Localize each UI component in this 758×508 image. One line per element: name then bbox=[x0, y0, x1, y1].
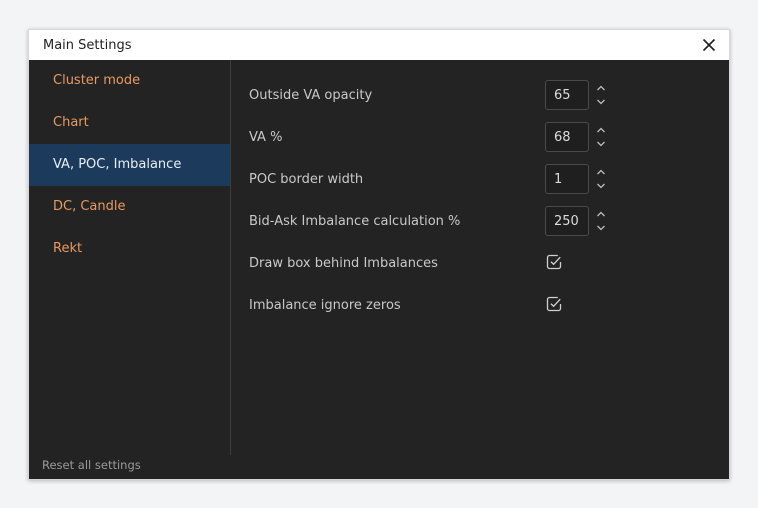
ignore-zeros-checkbox[interactable] bbox=[546, 296, 562, 312]
reset-all-settings-link[interactable]: Reset all settings bbox=[42, 458, 141, 472]
outside-va-opacity-input[interactable] bbox=[545, 80, 589, 110]
draw-box-checkbox[interactable] bbox=[546, 254, 562, 270]
bid-ask-imbalance-input[interactable] bbox=[545, 206, 589, 236]
sidebar-item-cluster-mode[interactable]: Cluster mode bbox=[29, 60, 230, 102]
outside-va-opacity-label: Outside VA opacity bbox=[249, 88, 373, 103]
va-percent-label: VA % bbox=[249, 130, 283, 145]
close-button[interactable] bbox=[699, 35, 719, 55]
chevron-down-icon[interactable] bbox=[595, 222, 607, 234]
dialog-title: Main Settings bbox=[43, 38, 132, 53]
bid-ask-imbalance-stepper bbox=[595, 206, 607, 236]
chevron-down-icon[interactable] bbox=[595, 180, 607, 192]
poc-border-width-input[interactable] bbox=[545, 164, 589, 194]
chevron-up-icon[interactable] bbox=[595, 124, 607, 136]
va-percent-input[interactable] bbox=[545, 122, 589, 152]
sidebar-item-chart[interactable]: Chart bbox=[29, 102, 230, 144]
chevron-down-icon[interactable] bbox=[595, 138, 607, 150]
poc-border-width-label: POC border width bbox=[249, 172, 364, 187]
main-settings-dialog: Main Settings Cluster mode Chart VA, POC… bbox=[28, 29, 730, 480]
draw-box-label: Draw box behind Imbalances bbox=[249, 256, 438, 271]
sidebar-item-rekt[interactable]: Rekt bbox=[29, 228, 230, 270]
chevron-up-icon[interactable] bbox=[595, 166, 607, 178]
poc-border-width-stepper bbox=[595, 164, 607, 194]
outside-va-opacity-stepper bbox=[595, 80, 607, 110]
sidebar-item-va-poc-imbalance[interactable]: VA, POC, Imbalance bbox=[29, 144, 230, 186]
close-icon bbox=[702, 38, 716, 52]
bid-ask-imbalance-label: Bid-Ask Imbalance calculation % bbox=[249, 214, 461, 229]
title-bar: Main Settings bbox=[29, 30, 729, 60]
ignore-zeros-label: Imbalance ignore zeros bbox=[249, 298, 401, 313]
chevron-down-icon[interactable] bbox=[595, 96, 607, 108]
chevron-up-icon[interactable] bbox=[595, 82, 607, 94]
sidebar-item-dc-candle[interactable]: DC, Candle bbox=[29, 186, 230, 228]
va-percent-stepper bbox=[595, 122, 607, 152]
settings-sidebar: Cluster mode Chart VA, POC, Imbalance DC… bbox=[29, 60, 231, 472]
chevron-up-icon[interactable] bbox=[595, 208, 607, 220]
